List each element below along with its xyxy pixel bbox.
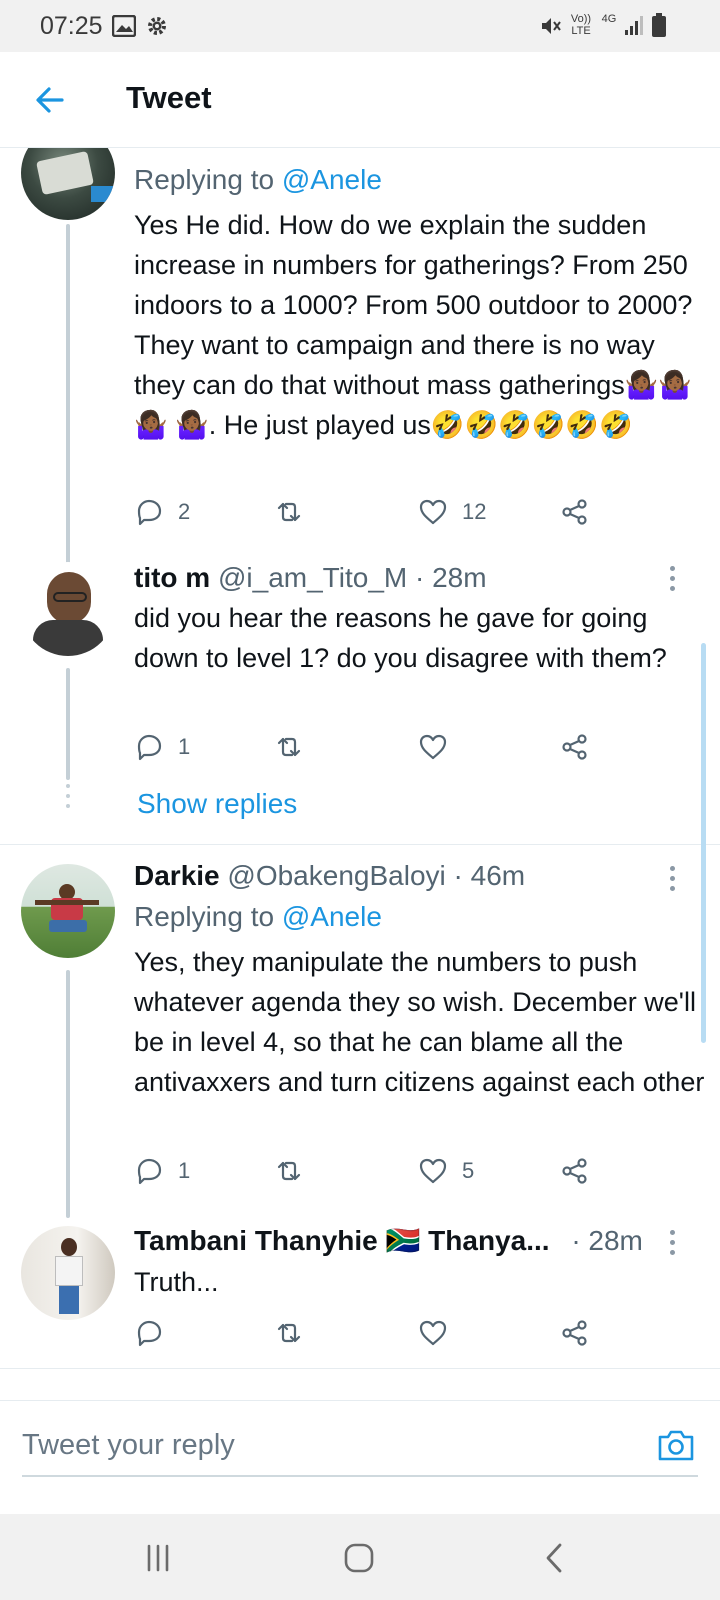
reply-input[interactable]: Tweet your reply <box>22 1427 698 1477</box>
tweet-actions: 1 5 <box>134 1153 614 1189</box>
tweet-text: did you hear the reasons he gave for goi… <box>134 603 667 673</box>
scrollbar[interactable] <box>701 643 706 1043</box>
more-icon[interactable] <box>670 1230 676 1260</box>
signal-icon <box>625 16 643 35</box>
thread-continuation <box>66 784 70 814</box>
tweet-header: tito m @i_am_Tito_M · 28m <box>134 562 487 594</box>
gear-icon <box>148 17 166 35</box>
timestamp: · 46m <box>453 860 526 891</box>
reply-icon <box>137 1320 162 1347</box>
reply-button[interactable]: 1 <box>134 1153 190 1189</box>
avatar[interactable] <box>21 562 115 656</box>
reply-count: 1 <box>178 734 191 759</box>
app-bar: Tweet <box>0 52 720 148</box>
system-nav-bar <box>0 1514 720 1600</box>
thread-line <box>66 224 70 564</box>
camera-icon[interactable] <box>656 1427 696 1463</box>
share-icon <box>562 1320 587 1346</box>
home-icon[interactable] <box>339 1538 379 1578</box>
avatar[interactable] <box>21 148 115 220</box>
back-icon[interactable] <box>535 1538 575 1578</box>
display-name[interactable]: Darkie <box>134 860 220 891</box>
replying-to: Replying to @Anele <box>134 901 382 932</box>
replying-to: Replying to @Anele <box>134 164 382 195</box>
tweet-actions <box>134 1315 614 1351</box>
share-button[interactable] <box>560 729 590 765</box>
share-icon <box>562 499 587 525</box>
share-button[interactable] <box>560 1315 590 1351</box>
status-bar: 07:25 Vo)) LTE 4G <box>0 0 720 52</box>
status-time: 07:25 <box>40 12 103 40</box>
tweet-text: Yes He did. How do we explain the sudden… <box>134 210 693 440</box>
reply-button[interactable]: 1 <box>134 729 190 765</box>
tweet-header: Tambani Thanyhie 🇿🇦 Thanya... · 28m <box>134 1224 643 1257</box>
share-icon <box>562 734 587 760</box>
reply-button[interactable] <box>134 1315 178 1351</box>
display-name[interactable]: Tambani Thanyhie 🇿🇦 Thanya... <box>134 1225 550 1256</box>
thread-line <box>66 668 70 780</box>
reply-button[interactable]: 2 <box>134 494 190 530</box>
tweet-actions: 2 12 <box>134 494 614 530</box>
username[interactable]: @i_am_Tito_M <box>218 562 407 593</box>
like-count: 5 <box>462 1158 475 1183</box>
more-icon[interactable] <box>670 566 676 596</box>
reply-icon <box>137 1158 162 1185</box>
back-arrow-icon[interactable] <box>32 82 68 118</box>
mention-link[interactable]: @Anele <box>282 901 382 932</box>
display-name[interactable]: tito m <box>134 562 210 593</box>
tweet-header: Darkie @ObakengBaloyi · 46m <box>134 860 525 892</box>
avatar[interactable] <box>21 1226 115 1320</box>
image-icon <box>112 15 136 37</box>
tweet-feed[interactable]: Replying to @Anele Yes He did. How do we… <box>0 148 720 1428</box>
share-button[interactable] <box>560 494 590 530</box>
heart-icon <box>419 1320 447 1346</box>
mention-link[interactable]: @Anele <box>282 164 382 195</box>
reply-icon <box>137 499 162 526</box>
volte-icon: Vo)) LTE <box>570 13 592 37</box>
retweet-icon <box>277 1161 301 1181</box>
heart-icon <box>419 499 447 525</box>
like-button[interactable] <box>418 729 462 765</box>
avatar[interactable] <box>21 864 115 958</box>
thread-line <box>66 970 70 1218</box>
like-button[interactable]: 5 <box>418 1153 474 1189</box>
retweet-icon <box>277 1323 301 1343</box>
retweet-button[interactable] <box>274 1315 318 1351</box>
tweet-actions: 1 <box>134 729 614 765</box>
page-title: Tweet <box>126 80 212 115</box>
heart-icon <box>419 1158 447 1184</box>
timestamp: · 28m <box>571 1225 643 1256</box>
reply-icon <box>137 734 162 761</box>
mute-icon <box>542 18 561 34</box>
timestamp: · 28m <box>415 562 487 593</box>
recent-apps-icon[interactable] <box>138 1538 178 1578</box>
retweet-button[interactable] <box>274 1153 318 1189</box>
reply-count: 2 <box>178 499 191 524</box>
reply-composer: Tweet your reply <box>0 1400 720 1514</box>
heart-icon <box>419 734 447 760</box>
battery-icon <box>652 13 666 37</box>
share-icon <box>562 1158 587 1184</box>
like-button[interactable]: 12 <box>418 494 486 530</box>
tweet-text: Truth... <box>134 1267 219 1297</box>
like-count: 12 <box>462 499 487 524</box>
share-button[interactable] <box>560 1153 590 1189</box>
tweet-text: Yes, they manipulate the numbers to push… <box>134 947 705 1097</box>
retweet-button[interactable] <box>274 494 318 530</box>
4g-icon: 4G <box>601 13 617 25</box>
divider <box>0 1368 720 1369</box>
retweet-icon <box>277 737 301 757</box>
more-icon[interactable] <box>670 866 676 896</box>
divider <box>0 844 720 845</box>
retweet-icon <box>277 502 301 522</box>
show-replies-link[interactable]: Show replies <box>137 788 297 820</box>
reply-count: 1 <box>178 1158 191 1183</box>
username[interactable]: @ObakengBaloyi <box>227 860 445 891</box>
like-button[interactable] <box>418 1315 462 1351</box>
retweet-button[interactable] <box>274 729 318 765</box>
